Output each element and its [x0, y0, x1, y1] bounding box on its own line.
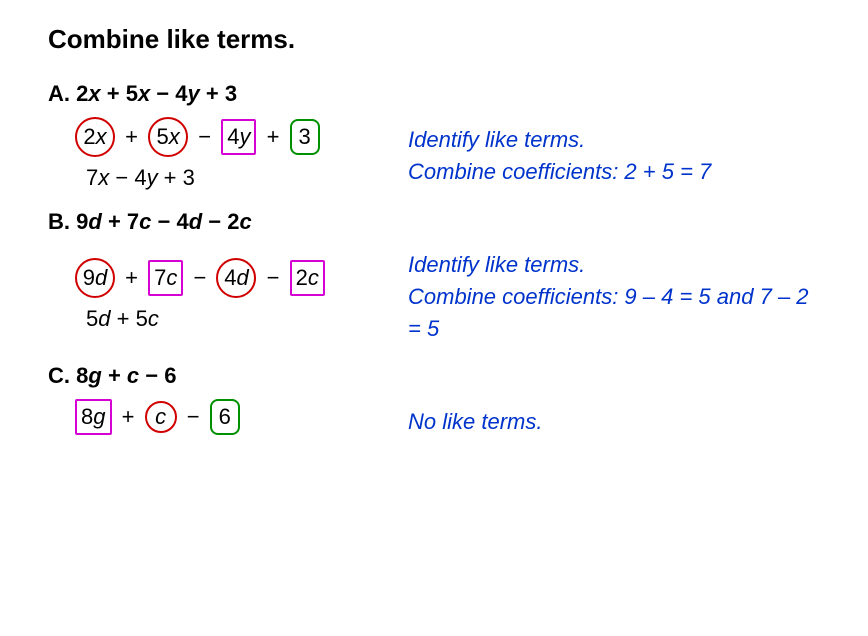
label-a: A.	[48, 81, 70, 106]
term-5x-circle: 5x	[148, 117, 188, 157]
term-4y-box: 4y	[221, 119, 256, 155]
term-7c-box: 7c	[148, 260, 183, 296]
note-identify: Identify like terms.	[408, 249, 820, 281]
label-c: C.	[48, 363, 70, 388]
problem-a: A. 2x + 5x − 4y + 3 2x + 5x − 4y + 3 7x …	[48, 81, 820, 191]
problem-b-head: B. 9d + 7c − 4d − 2c	[48, 209, 820, 235]
note-identify: Identify like terms.	[408, 124, 711, 156]
plus-op: +	[267, 124, 280, 150]
minus-op: −	[267, 265, 280, 291]
term-2c-box: 2c	[290, 260, 325, 296]
minus-op: −	[198, 124, 211, 150]
term-3-octagon: 3	[290, 119, 320, 155]
minus-op: −	[187, 404, 200, 430]
plus-op: +	[125, 124, 138, 150]
problem-b-marked: 9d + 7c − 4d − 2c	[74, 258, 408, 298]
note-no-like-terms: No like terms.	[408, 406, 542, 438]
problem-c-notes: No like terms.	[408, 402, 542, 438]
plus-op: +	[125, 265, 138, 291]
problem-c-marked: 8g + c − 6	[74, 399, 408, 435]
problem-b-result: 5d + 5c	[86, 306, 408, 332]
term-c-circle: c	[145, 401, 177, 433]
problem-c: C. 8g + c − 6 8g + c − 6 No like terms.	[48, 363, 820, 441]
term-8g-box: 8g	[75, 399, 112, 435]
page-title: Combine like terms.	[48, 24, 820, 55]
problem-a-notes: Identify like terms. Combine coefficient…	[408, 120, 711, 188]
term-4d-circle: 4d	[216, 258, 256, 298]
problem-b-notes: Identify like terms. Combine coefficient…	[408, 245, 820, 345]
note-combine: Combine coefficients: 2 + 5 = 7	[408, 156, 711, 188]
problem-c-head: C. 8g + c − 6	[48, 363, 820, 389]
term-2x-circle: 2x	[75, 117, 115, 157]
problem-b: B. 9d + 7c − 4d − 2c 9d + 7c − 4d − 2c 5…	[48, 209, 820, 345]
minus-op: −	[193, 265, 206, 291]
plus-op: +	[122, 404, 135, 430]
label-b: B.	[48, 209, 70, 234]
note-combine: Combine coefficients: 9 – 4 = 5 and 7 – …	[408, 281, 820, 345]
term-9d-circle: 9d	[75, 258, 115, 298]
problem-a-result: 7x − 4y + 3	[86, 165, 408, 191]
problem-a-head: A. 2x + 5x − 4y + 3	[48, 81, 820, 107]
problem-a-marked: 2x + 5x − 4y + 3	[74, 117, 408, 157]
term-6-octagon: 6	[210, 399, 240, 435]
